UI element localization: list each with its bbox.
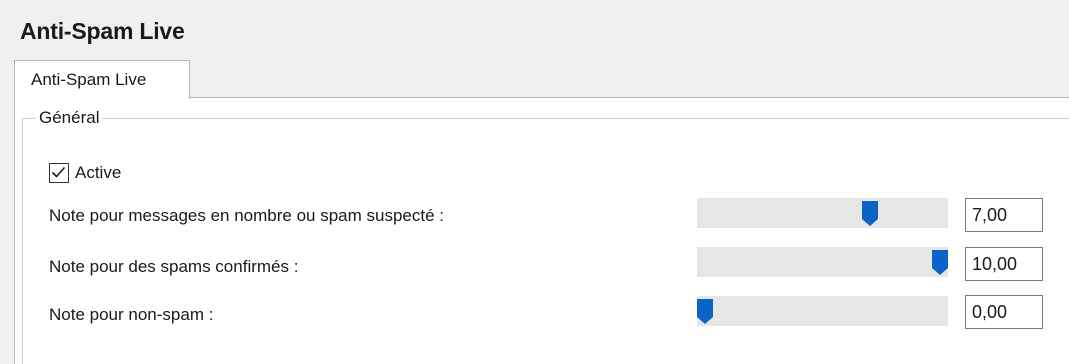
title-bar: Anti-Spam Live bbox=[0, 0, 1069, 60]
group-general bbox=[22, 118, 1069, 364]
slider-non-spam[interactable] bbox=[697, 296, 948, 326]
active-checkbox[interactable] bbox=[49, 163, 69, 183]
group-legend: Général bbox=[36, 108, 103, 128]
slider-confirmed-spam[interactable] bbox=[697, 247, 948, 277]
value-input-bulk-suspect[interactable]: 7,00 bbox=[965, 198, 1043, 232]
settings-window: Anti-Spam Live Anti-Spam Live Général Ac… bbox=[0, 0, 1069, 364]
tab-anti-spam-live[interactable]: Anti-Spam Live bbox=[14, 60, 190, 99]
row-label-confirmed-spam: Note pour des spams confirmés : bbox=[49, 257, 299, 276]
slider-bulk-suspect[interactable] bbox=[697, 198, 948, 228]
value-input-non-spam[interactable]: 0,00 bbox=[965, 295, 1043, 329]
row-label-non-spam: Note pour non-spam : bbox=[49, 305, 214, 324]
active-checkbox-row[interactable]: Active bbox=[49, 160, 121, 186]
slider-thumb-icon[interactable] bbox=[862, 201, 878, 226]
tab-strip: Anti-Spam Live bbox=[14, 60, 1069, 99]
slider-thumb-icon[interactable] bbox=[932, 250, 948, 275]
row-label-bulk-suspect: Note pour messages en nombre ou spam sus… bbox=[49, 206, 444, 225]
active-checkbox-label: Active bbox=[75, 163, 122, 182]
checkmark-icon bbox=[51, 166, 66, 178]
slider-thumb-icon[interactable] bbox=[697, 299, 713, 324]
value-input-confirmed-spam[interactable]: 10,00 bbox=[965, 247, 1043, 281]
page-title: Anti-Spam Live bbox=[20, 18, 185, 44]
